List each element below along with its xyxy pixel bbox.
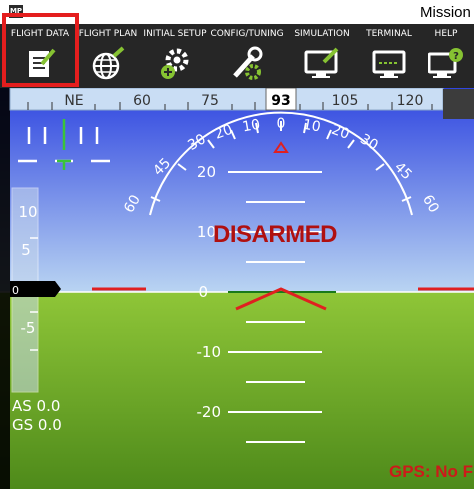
attitude-indicator: NE 60 75 93 105 120 60 45 30 20 10 0 10 … <box>0 88 474 489</box>
armed-status: DISARMED <box>212 221 338 248</box>
app-logo-icon: MP <box>9 5 23 18</box>
main-toolbar: FLIGHT DATA FLIGHT PLAN INITIAL SETUP CO… <box>0 24 474 88</box>
config-tuning-icon <box>233 46 263 80</box>
heading-tick-label: 105 <box>332 93 359 109</box>
tab-flight-data-label: FLIGHT DATA <box>10 29 70 39</box>
hud-side-panel[interactable] <box>443 89 474 119</box>
ground <box>0 292 474 489</box>
heading-tick-label: 120 <box>397 93 424 109</box>
heading-tick-label: 75 <box>201 93 219 109</box>
speed-value: 0 <box>12 284 19 297</box>
flight-data-icon <box>29 48 56 77</box>
speed-tape-label: -5 <box>21 319 36 337</box>
groundspeed-readout: GS 0.0 <box>12 416 62 434</box>
pitch-label: -20 <box>197 403 222 421</box>
tab-config-tuning-label: CONFIG/TUNING <box>210 29 284 39</box>
tab-terminal[interactable]: TERMINAL <box>360 24 418 88</box>
tab-initial-setup[interactable]: INITIAL SETUP <box>140 24 210 88</box>
simulation-icon <box>304 47 339 78</box>
tab-initial-setup-label: INITIAL SETUP <box>143 29 207 39</box>
tab-help-label: HELP <box>434 29 458 39</box>
pitch-label: 20 <box>197 163 216 181</box>
tab-help[interactable]: HELP ? <box>418 24 474 88</box>
speed-tape-label: 10 <box>18 203 37 221</box>
title-bar: MP Mission P <box>0 0 474 24</box>
heading-tick-label: 60 <box>133 93 151 109</box>
speed-tape-label: 5 <box>21 241 31 259</box>
tab-simulation[interactable]: SIMULATION <box>284 24 360 88</box>
pitch-label: -10 <box>197 343 222 361</box>
roll-label: 10 <box>241 117 261 136</box>
tab-flight-data[interactable]: FLIGHT DATA <box>4 24 76 88</box>
help-icon: ? <box>428 48 463 78</box>
heading-tick-label: NE <box>64 93 83 109</box>
tab-config-tuning[interactable]: CONFIG/TUNING <box>210 24 284 88</box>
tab-flight-plan[interactable]: FLIGHT PLAN <box>76 24 140 88</box>
pitch-label: 0 <box>198 283 208 301</box>
flight-hud[interactable]: NE 60 75 93 105 120 60 45 30 20 10 0 10 … <box>0 88 474 489</box>
flight-plan-icon <box>92 46 125 80</box>
tab-simulation-label: SIMULATION <box>294 29 350 39</box>
heading-value: 93 <box>271 93 290 109</box>
roll-label: 10 <box>302 117 322 136</box>
tab-flight-plan-label: FLIGHT PLAN <box>78 29 138 39</box>
gps-status: GPS: No F <box>389 462 474 481</box>
roll-label: 0 <box>277 116 286 132</box>
window-title: Mission P <box>420 4 474 21</box>
initial-setup-icon <box>161 48 189 79</box>
tab-terminal-label: TERMINAL <box>366 29 412 39</box>
left-frame <box>0 88 10 489</box>
airspeed-readout: AS 0.0 <box>12 397 61 415</box>
terminal-icon <box>372 50 406 78</box>
svg-text:?: ? <box>453 51 459 62</box>
